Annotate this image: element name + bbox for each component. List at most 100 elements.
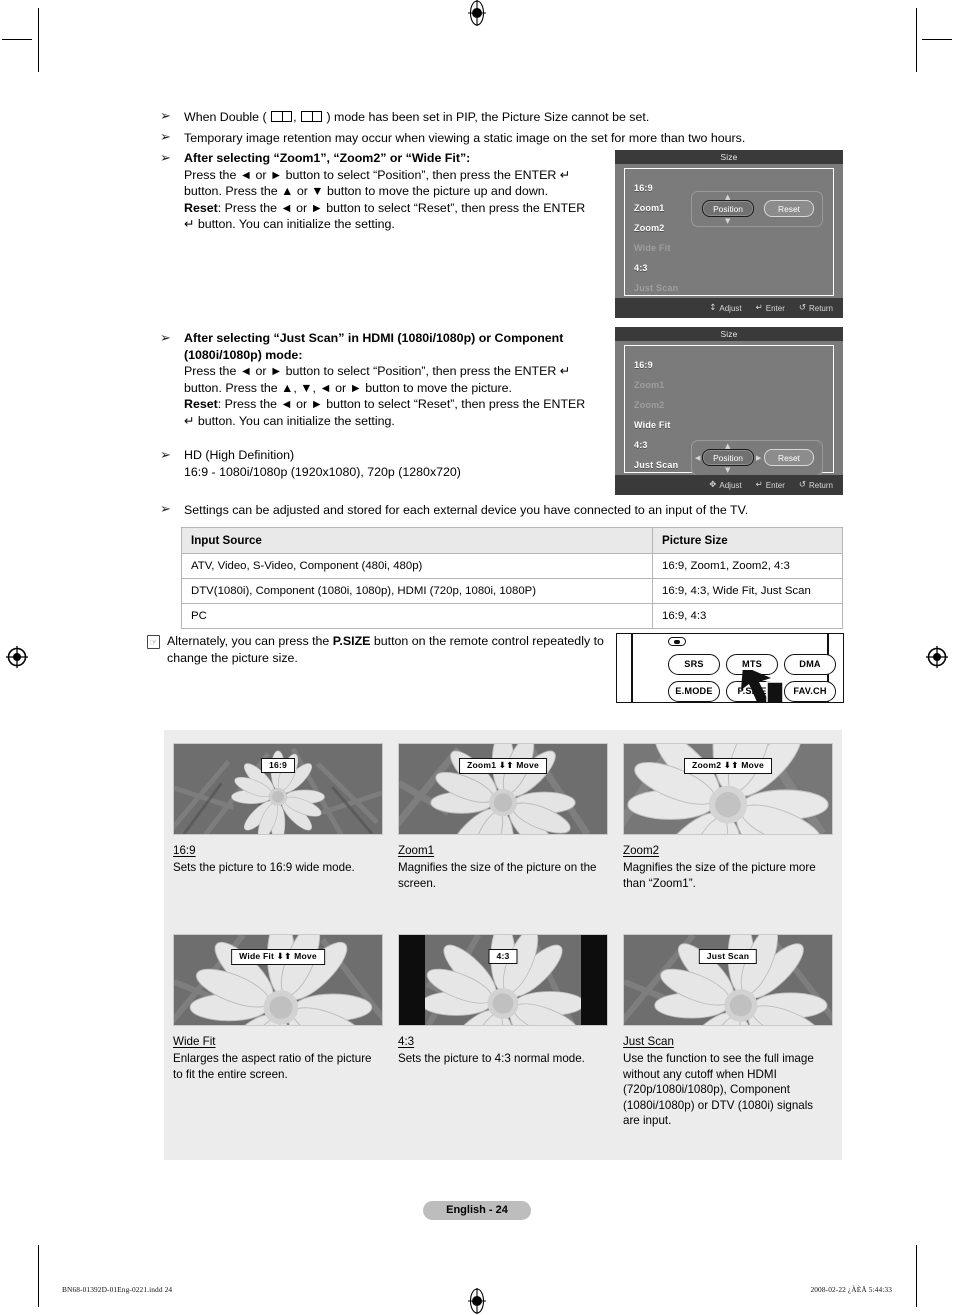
pillarbox-right: [581, 935, 607, 1025]
osd-item-just-scan[interactable]: Just Scan: [634, 460, 678, 471]
osd-body: 16:9 Zoom1 Zoom2 Wide Fit 4:3 Just Scan …: [624, 345, 834, 476]
reset-keyword: Reset: [184, 397, 218, 412]
after-zoom-line3: Reset: Press the ◄ or ► button to select…: [184, 200, 586, 215]
table-row: PC 16:9, 4:3: [181, 603, 843, 629]
return-icon: ↺: [798, 303, 806, 313]
osd-item-just-scan: Just Scan: [634, 283, 679, 293]
osd-item-16-9[interactable]: 16:9: [634, 183, 653, 194]
osd-footer-adjust: ↕ Adjust: [709, 303, 742, 313]
table-cell-picture-size: 16:9, 4:3, Wide Fit, Just Scan: [652, 578, 843, 604]
osd-body: 16:9 Zoom1 Zoom2 Wide Fit 4:3 Just Scan …: [624, 168, 834, 296]
arrow-down-icon: ▼: [725, 217, 731, 225]
enter-icon: ↵: [755, 303, 763, 313]
gallery-cell-4-3: 4:3 4:3 Sets the picture to 4:3 normal m…: [398, 934, 608, 1067]
osd-position-group: ▲ ▼ ◀ ▶ Position Reset: [691, 440, 823, 476]
return-icon: ↺: [798, 480, 806, 490]
bullet-after-zoom: ➢ After selecting “Zoom1”, “Zoom2” or “W…: [160, 150, 600, 233]
just-scan-heading-1: After selecting “Just Scan” in HDMI (108…: [184, 331, 564, 345]
table-header-row: Input Source Picture Size: [181, 527, 843, 554]
osd-item-4-3[interactable]: 4:3: [634, 263, 648, 274]
table-header-picture-size: Picture Size: [652, 527, 843, 554]
gallery-title-4-3: 4:3: [398, 1035, 415, 1048]
gallery-desc-16-9: Sets the picture to 16:9 wide mode.: [173, 861, 355, 874]
after-zoom-heading: After selecting “Zoom1”, “Zoom2” or “Wid…: [184, 151, 471, 165]
bullet-arrow-icon: ➢: [160, 331, 171, 346]
bullet-hd-definition: ➢ HD (High Definition) 16:9 - 1080i/1080…: [160, 447, 600, 480]
osd-item-zoom2[interactable]: Zoom2: [634, 223, 665, 234]
hd-line-2: 16:9 - 1080i/1080p (1920x1080), 720p (12…: [184, 464, 461, 479]
gallery-title-16-9: 16:9: [173, 844, 196, 857]
osd-tag-just-scan: Just Scan: [698, 949, 758, 964]
thumbnail-just-scan: Just Scan: [623, 934, 833, 1026]
print-file-name: BN68-01392D-01Eng-0221.indd 24: [62, 1285, 173, 1294]
remote-button-emode[interactable]: E.MODE: [668, 681, 720, 702]
remote-control-illustration: SRS MTS DMA E.MODE P.SIZE FAV.CH: [616, 633, 844, 703]
osd-item-zoom2: Zoom2: [634, 400, 665, 410]
remote-indicator-icon: [668, 637, 686, 646]
bullet-image-retention: ➢ Temporary image retention may occur wh…: [160, 129, 850, 147]
table-header-input-source: Input Source: [181, 527, 653, 554]
gallery-desc-wide-fit: Enlarges the aspect ratio of the picture…: [173, 1052, 372, 1081]
after-zoom-line1: Press the ◄ or ► button to select “Posit…: [184, 167, 571, 182]
just-scan-line4: ↵ button. You can initialize the setting…: [184, 413, 395, 428]
osd-tag-zoom1: Zoom1 ⬇⬆ Move: [459, 758, 547, 774]
remote-edge-left: [631, 634, 633, 702]
thumbnail-zoom2: Zoom2 ⬇⬆ Move: [623, 743, 833, 835]
osd-item-4-3[interactable]: 4:3: [634, 440, 648, 451]
osd-tag-16-9: 16:9: [260, 758, 296, 773]
print-timestamp: 2008-02-22 ¿ÀÈÄ 5:44:33: [810, 1285, 892, 1294]
thumbnail-wide-fit: Wide Fit ⬇⬆ Move: [173, 934, 383, 1026]
position-button[interactable]: Position: [702, 200, 754, 217]
note-hand-icon: ☞: [147, 635, 160, 649]
osd-footer-enter: ↵ Enter: [755, 480, 785, 490]
picture-size-table: Input Source Picture Size ATV, Video, S-…: [181, 527, 843, 629]
just-scan-line3: Reset: Press the ◄ or ► button to select…: [184, 397, 586, 412]
gallery-title-zoom2: Zoom2: [623, 844, 660, 857]
table-cell-picture-size: 16:9, 4:3: [652, 603, 843, 629]
osd-tag-4-3: 4:3: [488, 949, 518, 964]
osd-position-group: ▲ ▼ Position Reset: [691, 191, 823, 227]
gallery-desc-just-scan: Use the function to see the full image w…: [623, 1052, 814, 1128]
bullet-image-retention-text: Temporary image retention may occur when…: [184, 131, 746, 145]
osd-item-zoom1: Zoom1: [634, 380, 665, 390]
osd-footer-enter: ↵ Enter: [755, 303, 785, 313]
bullet-double-pip-pre: When Double (: [184, 110, 267, 124]
position-button[interactable]: Position: [702, 449, 754, 466]
osd-size-menu-zoom[interactable]: Size 16:9 Zoom1 Zoom2 Wide Fit 4:3 Just …: [615, 150, 843, 318]
osd-item-16-9[interactable]: 16:9: [634, 360, 653, 371]
reset-button[interactable]: Reset: [764, 200, 814, 217]
osd-title: Size: [615, 150, 843, 164]
osd-item-wide-fit: Wide Fit: [634, 243, 671, 253]
page-number-badge: English - 24: [423, 1201, 531, 1220]
osd-footer-adjust: ✥ Adjust: [709, 480, 742, 490]
bullet-settings-stored-text: Settings can be adjusted and stored for …: [184, 503, 749, 517]
gallery-title-just-scan: Just Scan: [623, 1035, 674, 1048]
gallery-cell-wide-fit: Wide Fit ⬇⬆ Move Wide Fit Enlarges the a…: [173, 934, 383, 1082]
gallery-desc-4-3: Sets the picture to 4:3 normal mode.: [398, 1052, 585, 1065]
note-text-a: Alternately, you can press the: [167, 634, 333, 648]
osd-item-wide-fit[interactable]: Wide Fit: [634, 420, 671, 431]
bullet-double-pip: ➢ When Double ( , ) mode has been set in…: [160, 109, 650, 124]
bullet-settings-stored: ➢ Settings can be adjusted and stored fo…: [160, 501, 860, 519]
gallery-title-wide-fit: Wide Fit: [173, 1035, 216, 1048]
gallery-cell-zoom1: Zoom1 ⬇⬆ Move Zoom1 Magnifies the size o…: [398, 743, 608, 891]
enter-icon: ↵: [755, 480, 763, 490]
pointing-hand-cursor-icon: [741, 670, 784, 702]
pillarbox-left: [399, 935, 425, 1025]
alternately-note: ☞ Alternately, you can press the P.SIZE …: [147, 633, 617, 666]
reset-button[interactable]: Reset: [764, 449, 814, 466]
osd-tag-wide-fit: Wide Fit ⬇⬆ Move: [231, 949, 325, 965]
osd-item-zoom1[interactable]: Zoom1: [634, 203, 665, 214]
pip-double-icon-1: [271, 111, 293, 122]
remote-button-srs[interactable]: SRS: [668, 654, 720, 675]
table-cell-input-source: ATV, Video, S-Video, Component (480i, 48…: [181, 553, 653, 579]
table-row: DTV(1080i), Component (1080i, 1080p), HD…: [181, 578, 843, 604]
note-text-c: button on the remote control repeatedly: [370, 634, 591, 648]
osd-size-menu-just-scan[interactable]: Size 16:9 Zoom1 Zoom2 Wide Fit 4:3 Just …: [615, 327, 843, 495]
bullet-arrow-icon: ➢: [160, 502, 171, 517]
bullet-arrow-icon: ➢: [160, 151, 171, 166]
bullet-arrow-icon: ➢: [160, 448, 171, 463]
gallery-cell-just-scan: Just Scan Just Scan Use the function to …: [623, 934, 833, 1129]
move-updown-icon: ⬇⬆: [276, 952, 292, 962]
arrow-left-icon: ◀: [695, 454, 701, 462]
